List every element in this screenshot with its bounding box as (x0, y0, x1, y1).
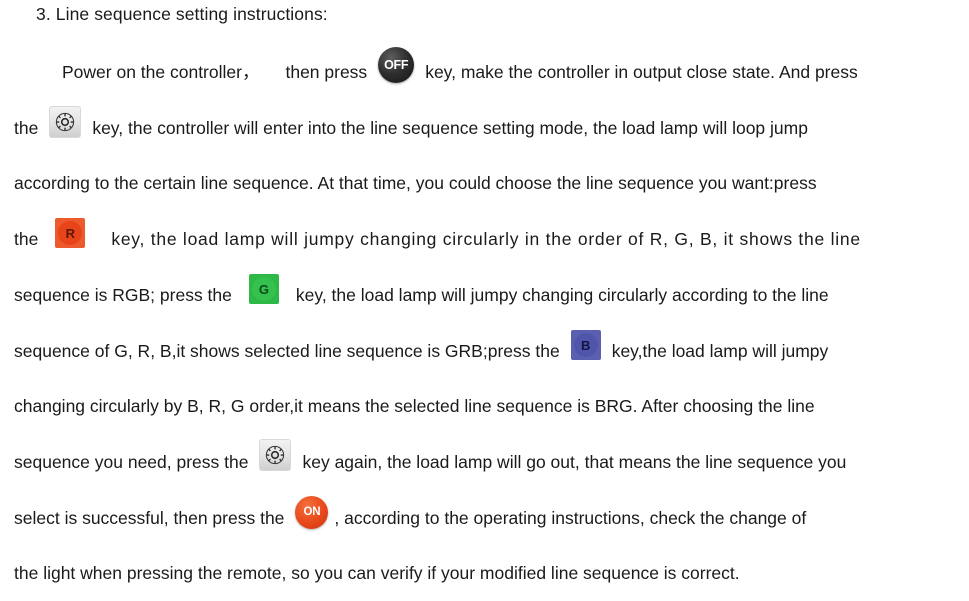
line5-text-b: key, the load lamp will jumpy changing c… (295, 284, 829, 305)
blue-key-label: B (581, 337, 591, 353)
gear-key-icon[interactable] (259, 439, 292, 471)
line9-text-b: , according to the operating instruction… (334, 507, 807, 528)
line3-text: according to the certain line sequence. … (14, 173, 817, 193)
line8-text-b: key again, the load lamp will go out, th… (302, 451, 847, 472)
line1-text-b: then press (285, 61, 368, 82)
on-key-label: ON (303, 505, 321, 518)
line1-text-c: key, make the controller in output close… (425, 61, 858, 82)
line1-text-a: Power on the controller， (62, 61, 260, 82)
green-key-label: G (258, 281, 269, 297)
instruction-line-5: sequence is RGB; press the G key, the lo… (14, 267, 955, 323)
line6-text-b: key,the load lamp will jumpy (611, 340, 829, 361)
on-key-icon[interactable]: ON (295, 495, 329, 529)
gear-key-icon[interactable] (49, 106, 82, 138)
instruction-line-4: the R key, the load lamp will jumpy chan… (14, 211, 955, 267)
line5-text-a: sequence is RGB; press the (14, 284, 232, 305)
line2-text-b: key, the controller will enter into the … (92, 117, 808, 138)
instruction-line-8: sequence you need, press the key again, … (14, 434, 955, 490)
line7-text: changing circularly by B, R, G order,it … (14, 396, 815, 416)
page-title: 3. Line sequence setting instructions: (36, 4, 328, 24)
line6-text-a: sequence of G, R, B,it shows selected li… (14, 340, 560, 361)
red-key-icon[interactable]: R (55, 218, 86, 248)
line10-text: the light when pressing the remote, so y… (14, 563, 740, 583)
instruction-line-9: select is successful, then press the ON … (14, 490, 955, 546)
instruction-line-3: according to the certain line sequence. … (14, 156, 955, 211)
line4-text-b: key, the load lamp will jumpy changing c… (111, 228, 861, 249)
instruction-line-10: the light when pressing the remote, so y… (14, 546, 955, 601)
instruction-line-2: the key, the controller will enter into … (14, 100, 955, 156)
instruction-line-1: Power on the controller， then press OFF … (14, 44, 955, 100)
instruction-line-6: sequence of G, R, B,it shows selected li… (14, 323, 955, 379)
line9-text-a: select is successful, then press the (14, 507, 285, 528)
blue-key-icon[interactable]: B (570, 330, 601, 360)
line8-text-a: sequence you need, press the (14, 451, 249, 472)
line4-text-a: the (14, 228, 39, 249)
green-key-icon[interactable]: G (248, 274, 279, 304)
off-key-icon[interactable]: OFF (378, 47, 415, 83)
instruction-body: Power on the controller， then press OFF … (14, 44, 955, 601)
red-key-label: R (65, 225, 76, 241)
line2-text-a: the (14, 117, 39, 138)
off-key-label: OFF (384, 57, 409, 72)
document-page: 3. Line sequence setting instructions: P… (0, 0, 969, 597)
instruction-line-7: changing circularly by B, R, G order,it … (14, 379, 955, 434)
